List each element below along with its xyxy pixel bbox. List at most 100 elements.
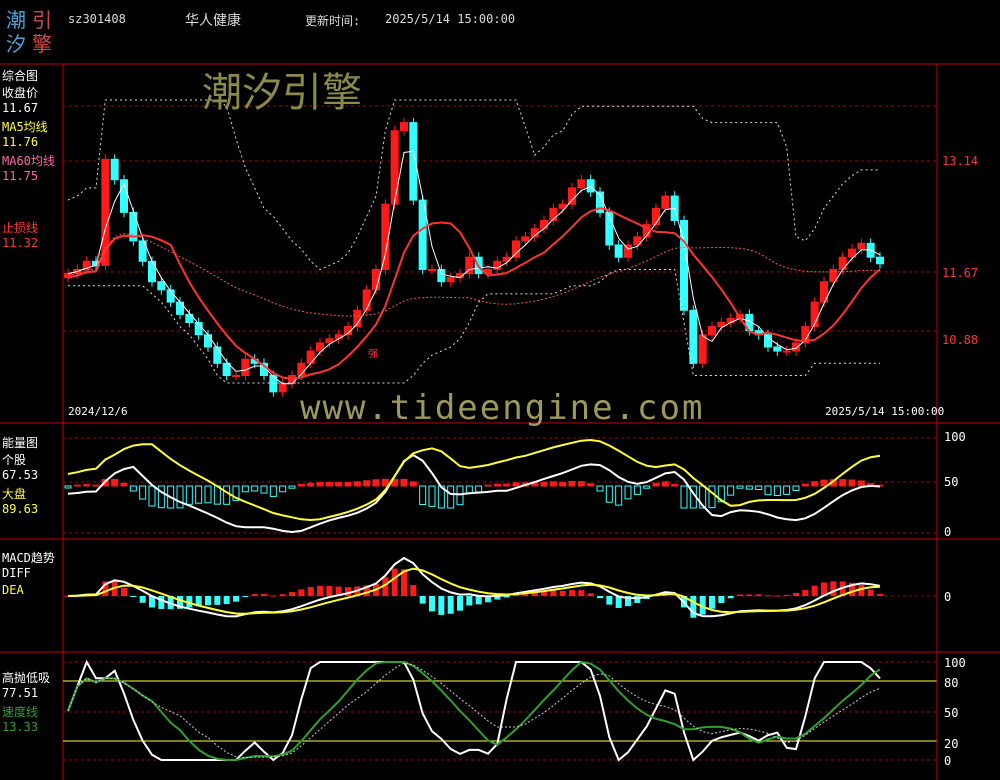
macd-histogram-bar bbox=[317, 585, 323, 596]
y-tick-osc-0: 0 bbox=[944, 754, 952, 768]
candle-body bbox=[521, 236, 530, 242]
energy-stock-value: 67.53 bbox=[2, 468, 39, 482]
energy-stock-label: 个股 bbox=[2, 453, 27, 467]
energy-bar bbox=[811, 481, 819, 487]
stop-loss-label: 止损线 bbox=[2, 221, 39, 235]
energy-market-line bbox=[67, 438, 881, 522]
energy-bar bbox=[596, 485, 604, 492]
candle-body bbox=[157, 281, 166, 291]
macd-histogram-bar bbox=[419, 596, 426, 604]
macd-histogram-bar bbox=[121, 588, 127, 596]
osc-line bbox=[67, 659, 881, 762]
energy-bar bbox=[428, 485, 436, 507]
macd-histogram-bar bbox=[307, 587, 314, 596]
macd-histogram-bar bbox=[755, 594, 762, 596]
energy-bar bbox=[381, 478, 389, 487]
macd-histogram-bar bbox=[774, 595, 781, 597]
stop-loss-line bbox=[67, 233, 881, 317]
energy-bar bbox=[559, 481, 567, 487]
energy-bar bbox=[344, 482, 352, 487]
macd-histogram-bar bbox=[709, 596, 715, 609]
brand-watermark: 潮汐引擎 bbox=[202, 70, 362, 116]
energy-bar bbox=[316, 482, 324, 487]
macd-histogram-bar bbox=[783, 594, 790, 596]
macd-histogram-bar bbox=[158, 596, 165, 609]
update-label: 更新时间: bbox=[305, 14, 361, 28]
candle-body bbox=[838, 256, 847, 270]
energy-bar bbox=[764, 485, 772, 496]
marker-weak: 弱 bbox=[96, 254, 106, 265]
ma60-value: 11.75 bbox=[2, 169, 39, 183]
energy-bar bbox=[549, 481, 557, 487]
speed-line bbox=[67, 660, 881, 761]
energy-bar bbox=[643, 485, 651, 489]
macd-histogram-bar bbox=[233, 596, 239, 602]
date-end: 2025/5/14 15:00:00 bbox=[825, 405, 945, 418]
macd-histogram-bar bbox=[606, 596, 613, 605]
energy-bar bbox=[568, 481, 576, 487]
ma5-line bbox=[67, 150, 881, 385]
energy-bar bbox=[680, 485, 688, 509]
energy-bar bbox=[120, 482, 128, 487]
macd-histogram-bar bbox=[326, 585, 333, 596]
y-tick-osc-100: 100 bbox=[944, 656, 966, 670]
candle-body bbox=[110, 158, 119, 181]
energy-bar bbox=[288, 485, 296, 489]
candle-body bbox=[764, 334, 772, 348]
energy-bar bbox=[363, 480, 371, 487]
close-value: 11.67 bbox=[2, 101, 39, 115]
energy-bar bbox=[409, 481, 417, 487]
candle-body bbox=[782, 350, 791, 353]
candle-body bbox=[213, 346, 222, 364]
macd-histogram-bar bbox=[438, 596, 445, 615]
y-tick-osc-20: 20 bbox=[944, 737, 959, 751]
energy-bar bbox=[447, 485, 455, 509]
macd-histogram-bar bbox=[298, 589, 305, 596]
energy-bar bbox=[820, 479, 828, 487]
y-tick-main-1: 13.14 bbox=[942, 154, 979, 168]
logo-char-3: 汐 bbox=[6, 32, 26, 56]
macd-histogram-bar bbox=[205, 596, 211, 606]
energy-bar bbox=[260, 485, 268, 494]
macd-histogram-bar bbox=[746, 594, 753, 596]
macd-histogram-bar bbox=[597, 596, 603, 599]
energy-bar bbox=[297, 483, 305, 487]
energy-bar bbox=[615, 485, 623, 506]
marker-strong: 强 bbox=[368, 349, 378, 360]
macd-histogram-bar bbox=[867, 589, 874, 596]
macd-histogram-bar bbox=[289, 592, 295, 596]
y-tick-osc-80: 80 bbox=[944, 676, 959, 690]
candle-body bbox=[334, 334, 343, 340]
main-panel-title: 综合图 bbox=[2, 69, 39, 83]
energy-bar bbox=[325, 481, 333, 487]
candle-body bbox=[428, 268, 436, 271]
energy-bar bbox=[624, 485, 632, 500]
y-tick-main-3: 10.88 bbox=[942, 333, 979, 347]
stock-code: sz301408 bbox=[68, 12, 126, 26]
macd-histogram-bar bbox=[550, 590, 557, 596]
macd-histogram-bar bbox=[802, 589, 809, 596]
energy-bar bbox=[605, 485, 613, 503]
macd-histogram-bar bbox=[223, 596, 230, 605]
upper-band bbox=[67, 99, 880, 271]
energy-market-value: 89.63 bbox=[2, 502, 39, 516]
energy-bar bbox=[512, 482, 520, 487]
energy-bar bbox=[353, 481, 361, 487]
macd-histogram-bar bbox=[587, 593, 594, 596]
candle-body bbox=[773, 346, 782, 352]
speed-label: 速度线 bbox=[2, 705, 39, 719]
macd-histogram-bar bbox=[718, 596, 725, 604]
energy-bar bbox=[503, 483, 511, 487]
energy-bar bbox=[73, 484, 81, 487]
candle-body bbox=[876, 256, 884, 265]
candle-body bbox=[577, 179, 586, 189]
energy-bar bbox=[633, 485, 641, 495]
macd-histogram-bar bbox=[559, 590, 566, 596]
energy-bar bbox=[577, 481, 585, 487]
macd-diff-line bbox=[67, 556, 881, 618]
macd-histogram-bar bbox=[793, 592, 799, 596]
osc-value: 77.51 bbox=[2, 686, 39, 700]
energy-bar bbox=[465, 485, 473, 494]
energy-bar bbox=[251, 485, 259, 492]
candle-body bbox=[689, 309, 698, 364]
